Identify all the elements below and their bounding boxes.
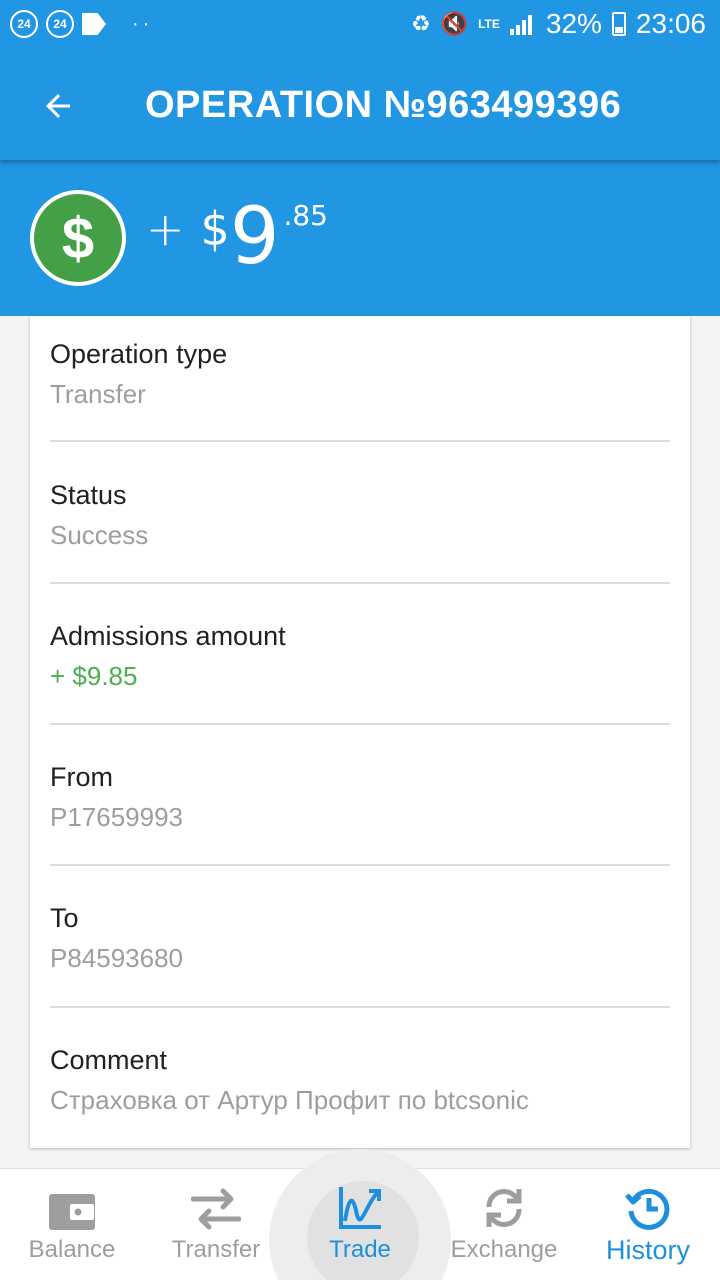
back-button[interactable] [30,78,86,134]
divider [50,864,670,866]
detail-value: P84593680 [50,943,184,973]
arrow-back-icon [46,94,70,118]
amount-currency: $ [200,202,230,256]
dollar-coin-icon: $ [30,190,126,286]
nav-transfer[interactable]: Transfer [146,1169,286,1280]
detail-label: From [50,762,113,792]
battery-percent: 32% [545,8,602,39]
nav-label: Transfer [171,1236,261,1263]
nav-label: Balance [28,1236,116,1263]
detail-value: Страховка от Артур Профит по btcsonic [50,1085,529,1115]
nav-label: Exchange [450,1236,558,1263]
detail-label: Admissions amount [50,621,286,651]
divider [50,440,670,442]
detail-operation-type: Operation type Transfer [50,336,670,414]
detail-value: P17659993 [50,802,184,832]
mute-icon: 🔇 [440,11,469,36]
divider [50,723,670,725]
divider [50,582,670,584]
network-type: LTE [478,17,500,31]
detail-label: Operation type [50,339,228,369]
more-notifications-dots: ·· [132,13,154,35]
notification-icons: 24 24 ·· [10,10,153,38]
amount-fraction: .85 [283,199,328,232]
detail-status: Status Success [50,477,670,555]
history-clock-icon [625,1188,670,1230]
detail-label: Comment [50,1045,168,1075]
transfer-arrows-icon [191,1188,241,1230]
chart-trade-icon [339,1187,381,1229]
wallet-icon [49,1194,95,1230]
detail-label: Status [50,480,127,510]
operation-details-card: Operation type Transfer Status Success A… [30,316,690,1148]
nav-exchange[interactable]: Exchange [434,1169,574,1280]
nav-trade[interactable]: Trade [290,1169,430,1280]
nav-balance[interactable]: Balance [2,1169,142,1280]
amount-integer: 9 [229,192,280,282]
battery-icon [611,12,626,36]
bottom-navigation: Balance Transfer Trade Exchange History [0,1149,720,1280]
nav-history[interactable]: History [578,1169,718,1280]
exchange-refresh-icon [486,1188,522,1228]
app-bar: OPERATION №963499396 [0,50,720,160]
battery-saver-icon: ♻ [410,11,431,36]
detail-to: To P84593680 [50,900,670,978]
detail-admissions-amount: Admissions amount + $9.85 [50,618,670,696]
detail-value: Success [50,520,149,550]
detail-label: To [50,903,79,933]
system-icons: ♻ 🔇 LTE 32% 23:06 [411,8,706,40]
nav-label: History [605,1235,690,1265]
divider [50,1006,670,1008]
notification-badge-icon: 24 [46,10,74,38]
tag-icon [82,13,106,35]
signal-icon [509,13,536,35]
detail-value: Transfer [50,379,146,409]
amount-header: $ + $ 9 .85 [0,160,720,316]
clock: 23:06 [635,8,706,39]
status-bar: 24 24 ·· ♻ 🔇 LTE 32% 23:06 [0,0,720,50]
nav-label: Trade [329,1236,391,1263]
detail-from: From P17659993 [50,759,670,837]
page-title: OPERATION №963499396 [145,84,622,126]
notification-badge-icon: 24 [10,10,38,38]
operation-amount: + $ 9 .85 [146,198,328,276]
detail-comment: Comment Страховка от Артур Профит по btc… [50,1042,670,1120]
detail-value: + $9.85 [50,661,138,691]
amount-sign: + [146,202,185,256]
